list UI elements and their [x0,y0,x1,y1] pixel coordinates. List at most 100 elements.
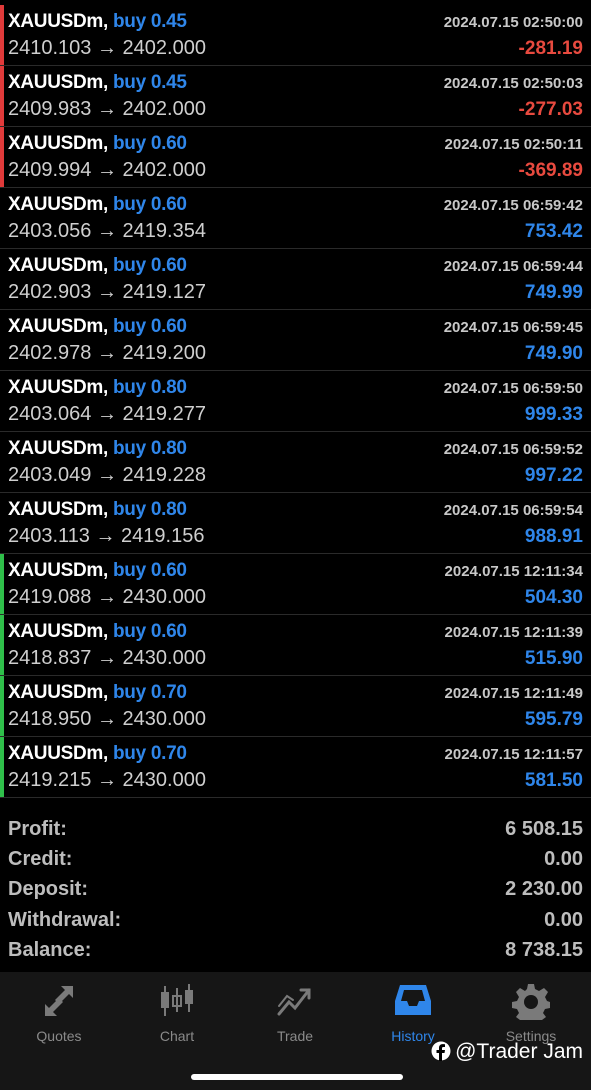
trade-row[interactable]: XAUUSDm, buy 0.60 2024.07.15 12:11:34 2419… [0,554,591,615]
trade-symbol: XAUUSDm, [8,560,109,581]
trade-history-list: XAUUSDm, buy 0.45 2024.07.15 02:50:00 2410… [0,5,591,798]
tab-history[interactable]: History [354,982,472,1044]
trade-prices: 2410.103 → 2402.000 [8,37,206,59]
trade-type: buy 0.60 [113,621,187,642]
summary-row: Profit: 6 508.15 [0,815,591,845]
trade-row[interactable]: XAUUSDm, buy 0.60 2024.07.15 06:59:44 2402… [0,249,591,310]
trade-symbol-type: XAUUSDm, buy 0.60 [8,621,187,643]
trade-profit: 595.79 [524,709,583,730]
tab-trade[interactable]: Trade [236,982,354,1044]
trade-symbol-type: XAUUSDm, buy 0.60 [8,255,187,277]
trade-symbol-type: XAUUSDm, buy 0.60 [8,560,187,582]
trade-time: 2024.07.15 12:11:34 [444,563,583,580]
trade-type: buy 0.45 [113,11,187,32]
summary-value: 2 230.00 [505,878,583,901]
trade-trend-icon [277,988,311,1016]
trade-symbol-type: XAUUSDm, buy 0.80 [8,438,187,460]
account-summary: Profit: 6 508.15 Credit: 0.00 Deposit: 2 230.… [0,815,591,966]
summary-value: 0.00 [544,848,583,871]
trade-marker [0,676,4,736]
trade-row[interactable]: XAUUSDm, buy 0.60 2024.07.15 06:59:42 2403… [0,188,591,249]
trade-time: 2024.07.15 02:50:11 [444,136,583,153]
trade-marker [0,615,4,675]
trade-prices: 2419.088 → 2430.000 [8,586,206,608]
settings-gear-icon [512,984,550,1020]
trade-marker [0,554,4,614]
trade-symbol: XAUUSDm, [8,194,109,215]
trade-symbol: XAUUSDm, [8,438,109,459]
trade-prices: 2403.049 → 2419.228 [8,464,206,486]
tab-quotes[interactable]: Quotes [0,982,118,1044]
trade-symbol: XAUUSDm, [8,11,109,32]
trade-symbol-type: XAUUSDm, buy 0.80 [8,499,187,521]
trade-row[interactable]: XAUUSDm, buy 0.70 2024.07.15 12:11:57 2419… [0,737,591,798]
trade-row[interactable]: XAUUSDm, buy 0.80 2024.07.15 06:59:54 2403… [0,493,591,554]
trade-time: 2024.07.15 06:59:45 [443,319,583,336]
candlestick-chart-icon [161,984,193,1016]
summary-label: Deposit: [8,878,88,901]
watermark: @Trader Jam [431,1040,583,1064]
trade-symbol: XAUUSDm, [8,621,109,642]
trade-type: buy 0.80 [113,377,187,398]
trade-prices: 2409.994 → 2402.000 [8,159,206,181]
trade-symbol: XAUUSDm, [8,316,109,337]
summary-value: 0.00 [544,908,583,931]
trade-prices: 2403.064 → 2419.277 [8,403,206,425]
quotes-arrows-icon [45,986,73,1016]
trade-row[interactable]: XAUUSDm, buy 0.80 2024.07.15 06:59:52 2403… [0,432,591,493]
trade-row[interactable]: XAUUSDm, buy 0.80 2024.07.15 06:59:50 2403… [0,371,591,432]
trade-symbol: XAUUSDm, [8,499,109,520]
trade-type: buy 0.60 [113,194,187,215]
summary-label: Withdrawal: [8,908,122,931]
trade-row[interactable]: XAUUSDm, buy 0.45 2024.07.15 02:50:03 2409… [0,66,591,127]
trade-profit: 997.22 [524,465,583,486]
trade-profit: 999.33 [524,404,583,425]
trade-row[interactable]: XAUUSDm, buy 0.70 2024.07.15 12:11:49 2418… [0,676,591,737]
trade-profit: 753.42 [524,221,583,242]
trade-type: buy 0.80 [113,438,187,459]
trade-marker [0,127,4,187]
trade-marker [0,66,4,126]
trade-row[interactable]: XAUUSDm, buy 0.60 2024.07.15 12:11:39 2418… [0,615,591,676]
trade-type: buy 0.60 [113,560,187,581]
summary-row: Balance: 8 738.15 [0,936,591,966]
trade-time: 2024.07.15 12:11:49 [444,685,583,702]
bottom-tab-bar: Quotes Chart Trade History Settings [0,972,591,1090]
trade-prices: 2409.983 → 2402.000 [8,98,206,120]
trade-profit: -277.03 [518,99,583,120]
trade-row[interactable]: XAUUSDm, buy 0.45 2024.07.15 02:50:00 2410… [0,5,591,66]
summary-label: Balance: [8,938,92,961]
trade-symbol-type: XAUUSDm, buy 0.60 [8,133,187,155]
tab-label: Trade [276,1028,314,1044]
trade-row[interactable]: XAUUSDm, buy 0.60 2024.07.15 02:50:11 2409… [0,127,591,188]
summary-row: Deposit: 2 230.00 [0,875,591,905]
trade-time: 2024.07.15 02:50:03 [443,75,583,92]
trade-time: 2024.07.15 06:59:54 [443,502,583,519]
trade-marker [0,5,4,65]
trade-prices: 2403.056 → 2419.354 [8,220,206,242]
trade-symbol: XAUUSDm, [8,133,109,154]
tab-label: Quotes [36,1028,82,1044]
tab-settings[interactable]: Settings [472,982,590,1044]
summary-value: 6 508.15 [505,818,583,840]
trade-profit: -281.19 [518,38,583,59]
summary-row: Withdrawal: 0.00 [0,906,591,936]
trade-profit: 504.30 [524,587,583,608]
trade-type: buy 0.60 [113,133,187,154]
trade-symbol: XAUUSDm, [8,255,109,276]
trade-type: buy 0.45 [113,72,187,93]
trade-time: 2024.07.15 06:59:44 [443,258,583,275]
tab-chart[interactable]: Chart [118,982,236,1044]
trade-symbol-type: XAUUSDm, buy 0.70 [8,682,187,704]
trade-row[interactable]: XAUUSDm, buy 0.60 2024.07.15 06:59:45 2402… [0,310,591,371]
trade-profit: 515.90 [524,648,583,669]
trade-symbol: XAUUSDm, [8,743,109,764]
summary-label: Credit: [8,848,73,871]
summary-value: 8 738.15 [505,938,583,961]
trade-time: 2024.07.15 12:11:57 [444,746,583,763]
trade-prices: 2418.837 → 2430.000 [8,647,206,669]
home-indicator [191,1074,403,1080]
trade-profit: 581.50 [524,770,583,791]
trade-symbol-type: XAUUSDm, buy 0.45 [8,11,187,33]
trade-profit: 749.90 [524,343,583,364]
